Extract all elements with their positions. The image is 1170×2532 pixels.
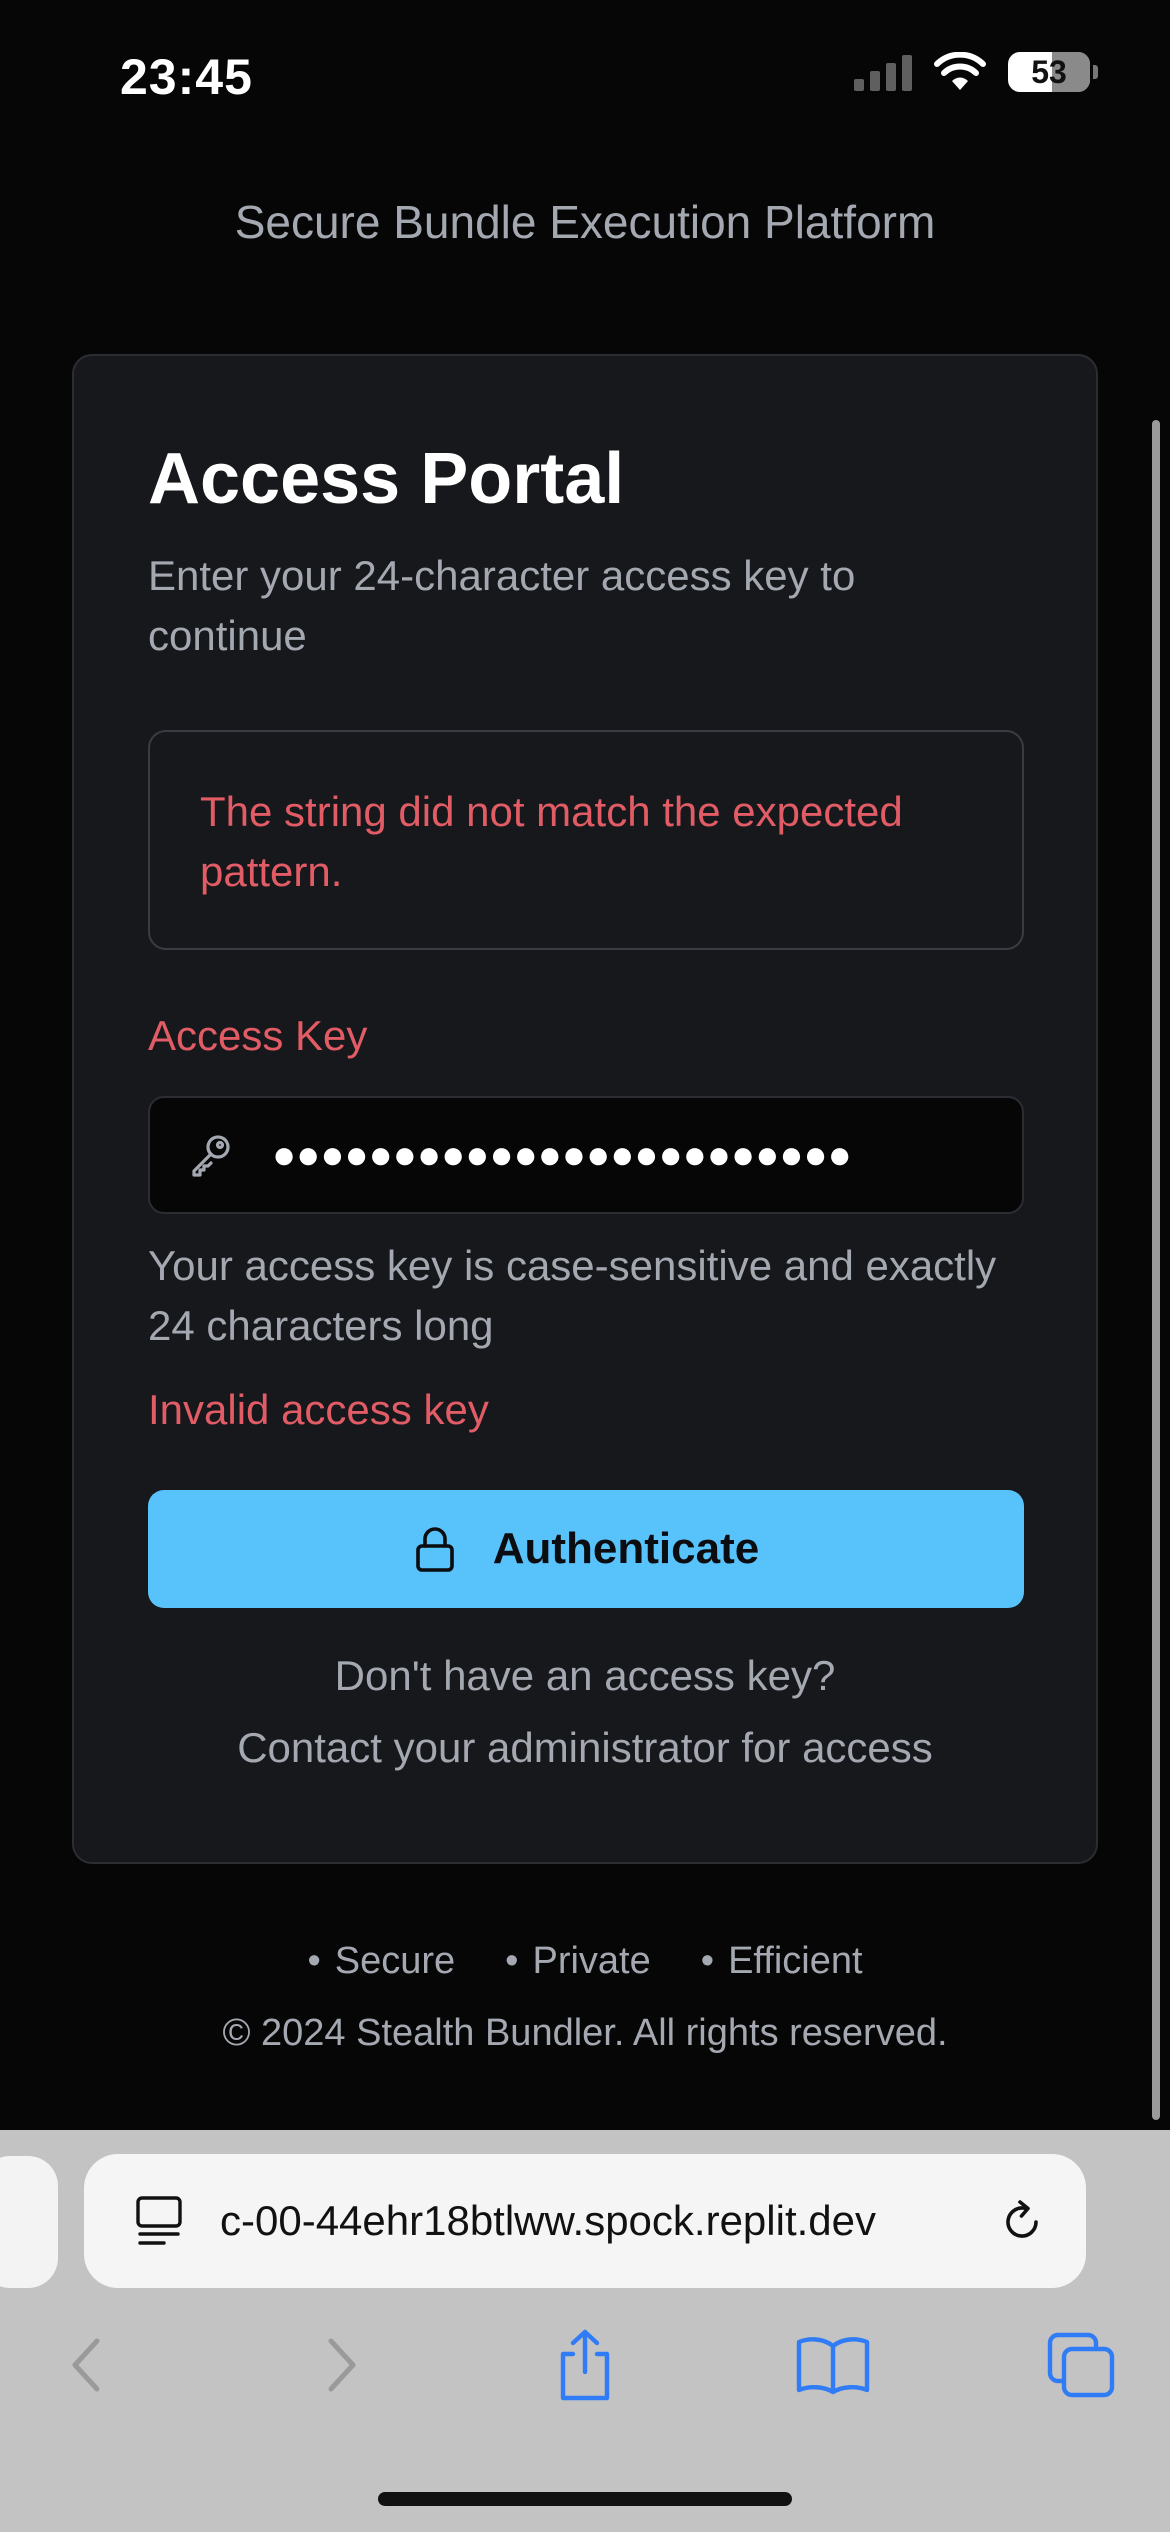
chevron-right-icon: [328, 2338, 356, 2392]
scrollbar[interactable]: [1152, 420, 1160, 2120]
wifi-icon: [934, 52, 986, 90]
chevron-left-icon: [72, 2338, 100, 2392]
bookmarks-button[interactable]: [788, 2320, 878, 2410]
card-title: Access Portal: [148, 439, 625, 519]
lock-icon: [415, 1527, 454, 1572]
page-content[interactable]: Secure Bundle Execution Platform Access …: [0, 140, 1170, 2130]
status-bar: 23:45 53: [0, 0, 1170, 140]
no-key-text: Don't have an access key?: [334, 1652, 836, 1699]
access-key-value[interactable]: ●●●●●●●●●●●●●●●●●●●●●●●●: [272, 1133, 972, 1178]
error-message: The string did not match the expected pa…: [200, 788, 903, 895]
access-portal-card: Access Portal Enter your 24-character ac…: [72, 354, 1098, 1864]
key-icon: [186, 1130, 236, 1180]
battery-icon: 53: [1008, 52, 1098, 92]
card-description: Enter your 24-character access key to co…: [148, 552, 856, 659]
access-key-label: Access Key: [148, 1012, 368, 1059]
book-icon: [796, 2337, 870, 2395]
footer-item-private: Private: [505, 1940, 650, 1983]
footer-item-efficient: Efficient: [701, 1940, 862, 1983]
page-menu-icon[interactable]: [134, 2194, 184, 2248]
app-title-scrolled: [0, 140, 1170, 150]
access-key-hint: Your access key is case-sensitive and ex…: [148, 1242, 997, 1349]
url-text[interactable]: c-00-44ehr18btlww.spock.replit.dev: [220, 2197, 940, 2245]
battery-level: 53: [1031, 53, 1067, 90]
authenticate-button[interactable]: Authenticate: [148, 1490, 1024, 1608]
page-subtitle: Secure Bundle Execution Platform: [234, 196, 936, 248]
tabs-button[interactable]: [1036, 2320, 1126, 2410]
invalid-key-message: Invalid access key: [148, 1386, 489, 1433]
copyright: © 2024 Stealth Bundler. All rights reser…: [222, 2012, 948, 2054]
status-icons: 53: [854, 52, 1098, 92]
authenticate-label: Authenticate: [492, 1524, 760, 1573]
access-key-input[interactable]: ●●●●●●●●●●●●●●●●●●●●●●●●: [148, 1096, 1024, 1214]
browser-toolbar: [0, 2320, 1170, 2430]
cellular-signal-icon: [854, 53, 912, 91]
error-alert: The string did not match the expected pa…: [148, 730, 1024, 950]
forward-button[interactable]: [296, 2320, 386, 2410]
status-time: 23:45: [120, 49, 253, 105]
previous-tab[interactable]: [0, 2156, 58, 2288]
contact-admin-text: Contact your administrator for access: [237, 1724, 933, 1771]
reload-icon[interactable]: [996, 2196, 1048, 2248]
browser-chrome: c-00-44ehr18btlww.spock.replit.dev: [0, 2130, 1170, 2532]
share-button[interactable]: [540, 2320, 630, 2410]
tabs-icon: [1047, 2332, 1115, 2398]
share-icon: [560, 2329, 610, 2401]
address-bar[interactable]: c-00-44ehr18btlww.spock.replit.dev: [84, 2154, 1086, 2288]
home-indicator[interactable]: [378, 2492, 792, 2506]
footer-features: Secure Private Efficient: [0, 1940, 1170, 1983]
footer-item-secure: Secure: [307, 1940, 455, 1983]
back-button[interactable]: [42, 2320, 132, 2410]
